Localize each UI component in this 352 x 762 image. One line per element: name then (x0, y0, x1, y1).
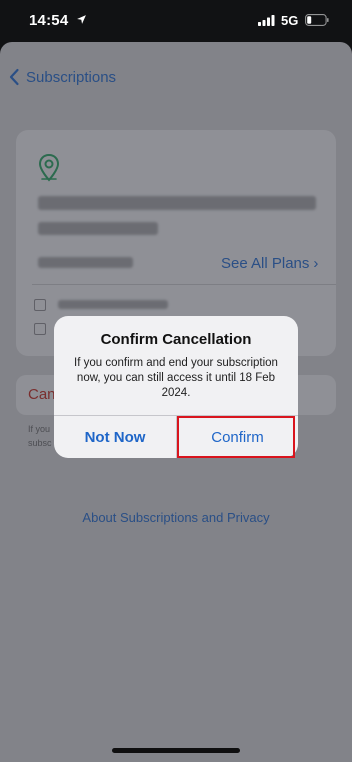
alert-message: If you confirm and end your subscription… (74, 357, 278, 399)
signal-bars-icon (258, 15, 275, 26)
chevron-right-icon: › (313, 255, 319, 272)
chevron-left-icon (9, 68, 19, 86)
see-all-plans-link[interactable]: See All Plans › (221, 255, 318, 272)
cancel-note: If you subsc (28, 422, 52, 450)
app-name-redacted (38, 196, 316, 210)
app-name-redacted-2 (38, 222, 158, 235)
battery-icon (305, 14, 329, 26)
back-button[interactable]: Subscriptions (8, 66, 116, 88)
location-pin-icon (38, 154, 60, 182)
price-redacted (58, 300, 168, 309)
alert-title: Confirm Cancellation (100, 331, 252, 348)
about-subscriptions-link[interactable]: About Subscriptions and Privacy (0, 510, 352, 525)
status-bar: 14:54 5G (0, 0, 352, 44)
network-type: 5G (281, 13, 299, 28)
back-label: Subscriptions (26, 68, 117, 86)
status-time: 14:54 (29, 12, 69, 29)
cancel-subscription-label: Can (28, 386, 56, 403)
confirm-cancellation-alert: Confirm Cancellation If you confirm and … (54, 316, 298, 458)
home-indicator (112, 748, 240, 753)
location-arrow-icon (77, 15, 86, 24)
calendar-icon (34, 299, 46, 311)
not-now-button[interactable]: Not Now (54, 416, 176, 458)
developer-redacted (38, 257, 133, 268)
confirm-button[interactable]: Confirm (177, 416, 298, 458)
card-divider (32, 284, 336, 285)
cancel-note-line-1: If you (28, 424, 51, 434)
cancel-note-line-2: subsc (28, 438, 52, 448)
see-all-plans-label: See All Plans (221, 255, 310, 272)
renewal-icon (34, 323, 46, 335)
